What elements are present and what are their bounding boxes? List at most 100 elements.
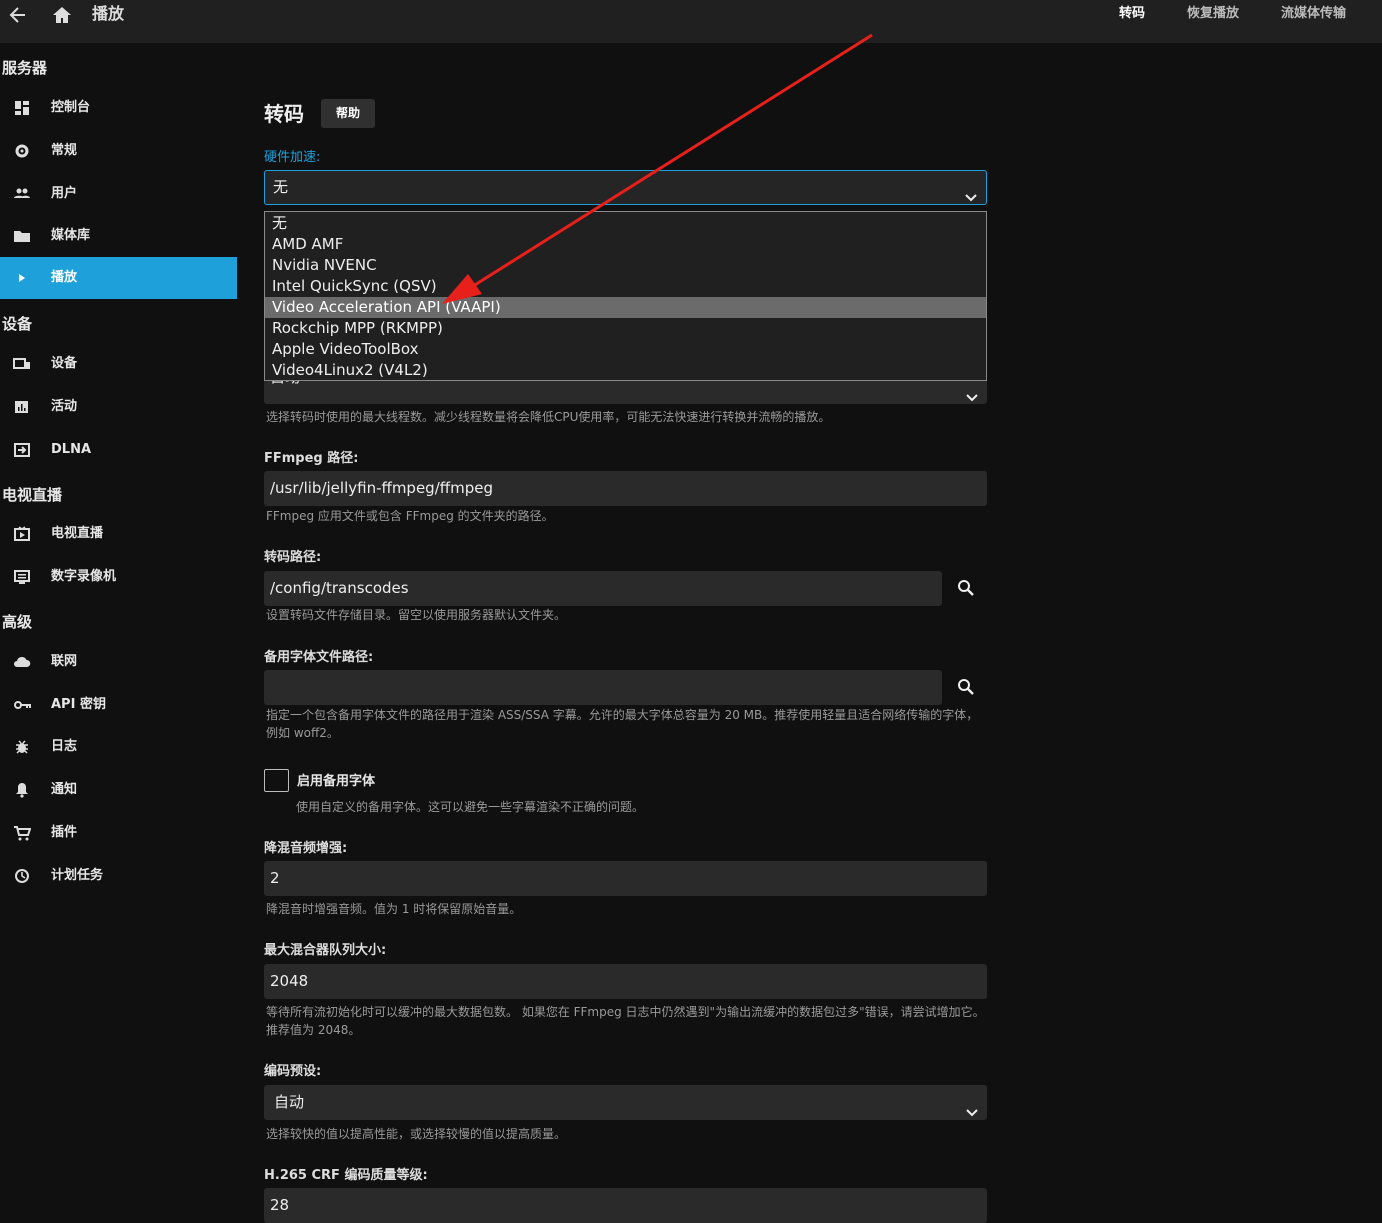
help-button[interactable]: 帮助 <box>321 99 375 128</box>
hw-option-rkmpp[interactable]: Rockchip MPP (RKMPP) <box>265 318 986 339</box>
section-advanced: 高级 <box>2 613 33 631</box>
enable-fallback-font-hint: 使用自定义的备用字体。这可以避免一些字幕渲染不正确的问题。 <box>296 800 645 814</box>
chevron-down-icon <box>966 381 978 402</box>
sidebar-item-library[interactable]: 媒体库 <box>0 215 237 257</box>
muxing-queue-hint: 等待所有流初始化时可以缓冲的最大数据包数。 如果您在 FFmpeg 日志中仍然遇… <box>266 1005 985 1037</box>
page-title: 播放 <box>92 4 125 23</box>
tab-resume[interactable]: 恢复播放 <box>1187 5 1239 23</box>
hw-accel-value: 无 <box>273 178 289 196</box>
transcode-path-field[interactable]: /config/transcodes <box>264 571 942 606</box>
muxing-queue-field[interactable]: 2048 <box>264 964 987 999</box>
sidebar: 服务器 控制台 常规 用户 媒体库 播放 设备 设备 活动 DLNA 电视直播 … <box>0 43 237 1223</box>
chevron-down-icon <box>966 1096 978 1117</box>
sidebar-item-logs[interactable]: 日志 <box>0 726 237 768</box>
hw-option-amf[interactable]: AMD AMF <box>265 234 986 255</box>
encoder-preset-select[interactable]: 自动 <box>264 1085 987 1120</box>
section-live-tv: 电视直播 <box>2 486 63 504</box>
sidebar-item-label: 联网 <box>51 654 78 669</box>
home-icon[interactable] <box>52 5 72 25</box>
transcode-path-label: 转码路径: <box>264 550 322 565</box>
search-icon[interactable] <box>956 578 976 598</box>
bell-icon <box>13 782 31 798</box>
h265-crf-label: H.265 CRF 编码质量等级: <box>264 1168 428 1183</box>
search-icon[interactable] <box>956 677 976 697</box>
enable-fallback-font-checkbox[interactable] <box>264 769 289 792</box>
downmix-boost-field[interactable]: 2 <box>264 861 987 896</box>
hw-option-videotoolbox[interactable]: Apple VideoToolBox <box>265 339 986 360</box>
fallback-font-path-label: 备用字体文件路径: <box>264 650 374 665</box>
back-arrow-icon[interactable] <box>8 4 28 26</box>
sidebar-item-devices[interactable]: 设备 <box>0 343 237 385</box>
ffmpeg-path-hint: FFmpeg 应用文件或包含 FFmpeg 的文件夹的路径。 <box>266 509 554 523</box>
sidebar-item-scheduled-tasks[interactable]: 计划任务 <box>0 855 237 897</box>
page-heading: 转码 <box>264 102 304 126</box>
sidebar-item-label: 设备 <box>51 356 78 371</box>
sidebar-item-label: 数字录像机 <box>51 569 117 584</box>
sidebar-item-users[interactable]: 用户 <box>0 173 237 215</box>
sidebar-item-label: 媒体库 <box>51 228 91 243</box>
sidebar-item-label: 用户 <box>51 186 78 201</box>
section-server: 服务器 <box>2 59 48 77</box>
tab-transcoding[interactable]: 转码 <box>1119 5 1145 23</box>
sidebar-item-live-tv[interactable]: 电视直播 <box>0 513 237 555</box>
users-icon <box>13 186 31 202</box>
sidebar-item-plugins[interactable]: 插件 <box>0 812 237 854</box>
enable-fallback-font-label: 启用备用字体 <box>297 774 376 789</box>
downmix-boost-hint: 降混音时增强音频。值为 1 时将保留原始音量。 <box>266 902 522 916</box>
thread-count-hint: 选择转码时使用的最大线程数。减少线程数量将会降低CPU使用率，可能无法快速进行转… <box>266 410 831 424</box>
hw-option-v4l2[interactable]: Video4Linux2 (V4L2) <box>265 360 986 381</box>
sidebar-item-label: 控制台 <box>51 100 91 115</box>
hw-accel-label: 硬件加速: <box>264 150 321 165</box>
sidebar-item-playback[interactable]: 播放 <box>0 257 237 299</box>
sidebar-item-label: 计划任务 <box>51 868 104 883</box>
cloud-icon <box>13 654 31 670</box>
ffmpeg-path-field[interactable]: /usr/lib/jellyfin-ffmpeg/ffmpeg <box>264 471 987 506</box>
ffmpeg-path-label: FFmpeg 路径: <box>264 451 359 466</box>
hw-accel-select[interactable]: 无 <box>264 170 987 205</box>
hw-option-qsv[interactable]: Intel QuickSync (QSV) <box>265 276 986 297</box>
hw-option-vaapi[interactable]: Video Acceleration API (VAAPI) <box>265 297 986 318</box>
tab-streaming[interactable]: 流媒体传输 <box>1281 5 1346 23</box>
sidebar-item-label: 电视直播 <box>51 526 104 541</box>
sidebar-item-activity[interactable]: 活动 <box>0 386 237 428</box>
sidebar-item-label: 播放 <box>51 270 78 285</box>
input-icon <box>13 442 31 458</box>
hw-option-none[interactable]: 无 <box>265 213 986 234</box>
play-icon <box>13 270 31 286</box>
downmix-boost-label: 降混音频增强: <box>264 841 348 856</box>
sidebar-item-label: 通知 <box>51 782 78 797</box>
gear-icon <box>13 143 31 159</box>
hw-accel-dropdown-list: 无 AMD AMF Nvidia NVENC Intel QuickSync (… <box>264 211 987 381</box>
key-icon <box>13 697 31 713</box>
live-tv-icon <box>13 526 31 542</box>
sidebar-item-networking[interactable]: 联网 <box>0 641 237 683</box>
sidebar-item-label: 插件 <box>51 825 78 840</box>
folder-icon <box>13 228 31 244</box>
dvr-icon <box>13 569 31 585</box>
chevron-down-icon <box>965 182 977 202</box>
dashboard-icon <box>13 100 31 116</box>
section-devices: 设备 <box>2 315 33 333</box>
sidebar-item-label: API 密钥 <box>51 697 106 712</box>
h265-crf-field[interactable]: 28 <box>264 1188 987 1223</box>
sidebar-item-label: DLNA <box>51 442 92 457</box>
sidebar-item-general[interactable]: 常规 <box>0 130 237 172</box>
sidebar-item-dlna[interactable]: DLNA <box>0 429 237 471</box>
encoder-preset-value: 自动 <box>274 1093 305 1111</box>
sidebar-item-label: 常规 <box>51 143 78 158</box>
muxing-queue-label: 最大混合器队列大小: <box>264 943 387 958</box>
encoder-preset-hint: 选择较快的值以提高性能，或选择较慢的值以提高质量。 <box>266 1127 567 1141</box>
encoder-preset-label: 编码预设: <box>264 1064 322 1079</box>
fallback-font-path-hint: 指定一个包含备用字体文件的路径用于渲染 ASS/SSA 字幕。允许的最大字体总容… <box>266 708 979 740</box>
sidebar-item-label: 日志 <box>51 739 78 754</box>
clock-icon <box>13 868 31 884</box>
devices-icon <box>13 356 31 372</box>
sidebar-item-notifications[interactable]: 通知 <box>0 769 237 811</box>
sidebar-item-dashboard[interactable]: 控制台 <box>0 87 237 129</box>
bug-icon <box>13 739 31 755</box>
sidebar-item-dvr[interactable]: 数字录像机 <box>0 556 237 598</box>
sidebar-item-api-keys[interactable]: API 密钥 <box>0 684 237 726</box>
hw-option-nvenc[interactable]: Nvidia NVENC <box>265 255 986 276</box>
fallback-font-path-field[interactable] <box>264 670 942 705</box>
chart-icon <box>13 399 31 415</box>
